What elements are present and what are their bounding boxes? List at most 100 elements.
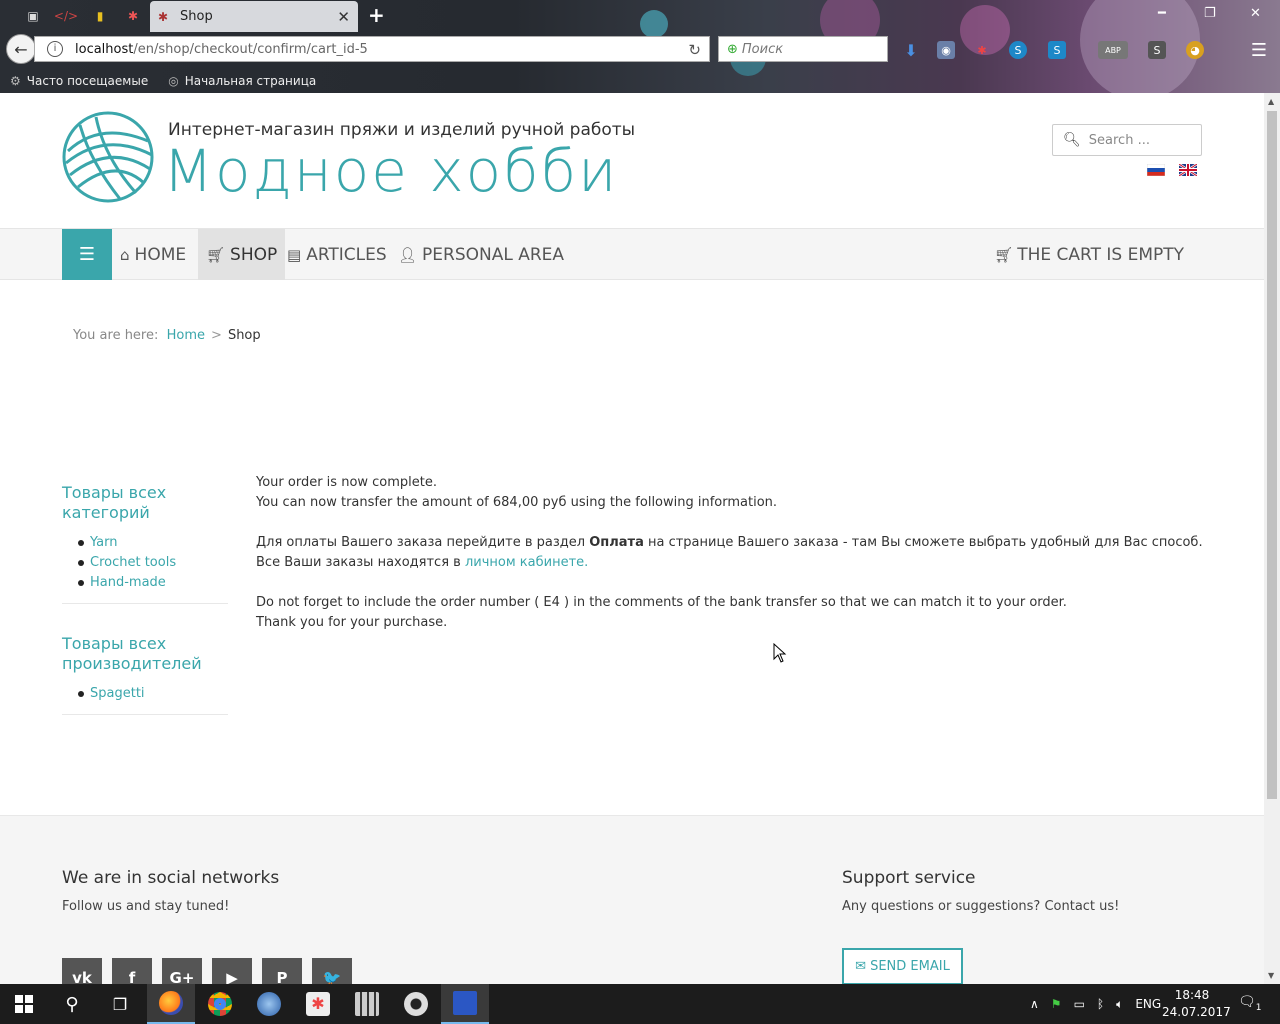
minimize-button[interactable]: ━ <box>1158 6 1166 21</box>
youtube-icon[interactable]: ▶ <box>212 958 252 984</box>
site-search-placeholder: Search ... <box>1088 132 1150 148</box>
site-brand[interactable]: Модное хобби <box>163 137 618 205</box>
monkey-icon[interactable]: ◕ <box>1186 41 1204 59</box>
tab-title: Shop <box>180 9 213 24</box>
flag-en-icon[interactable] <box>1179 164 1197 176</box>
volume-icon[interactable]: 🔈︎ <box>1116 997 1123 1012</box>
reload-icon[interactable]: ↻ <box>688 41 701 59</box>
document-icon: ▤ <box>287 245 302 264</box>
breadcrumb-home-link[interactable]: Home <box>167 328 205 343</box>
payment-text-bold: Оплата <box>589 535 644 550</box>
new-tab-button[interactable]: + <box>368 3 385 27</box>
url-host: localhost <box>75 41 134 57</box>
vertical-scrollbar[interactable]: ▲ ▼ <box>1264 93 1280 984</box>
category-link[interactable]: Crochet tools <box>78 553 228 573</box>
home-icon: ⌂ <box>120 245 130 264</box>
tray-expand-icon[interactable]: ∧ <box>1030 997 1039 1011</box>
site-search-input[interactable]: 🔍︎ Search ... <box>1052 124 1202 156</box>
nav-home[interactable]: ⌂ Home <box>112 229 194 280</box>
bookmark-start-page[interactable]: ◎ Начальная страница <box>168 74 316 88</box>
browser-search-input[interactable]: ⊕ Поиск <box>718 36 888 62</box>
tab-shop[interactable]: ✱ Shop ✕ <box>150 1 358 32</box>
support-subtitle: Any questions or suggestions? Contact us… <box>842 899 1120 914</box>
hamburger-menu-button[interactable]: ☰ <box>62 229 112 280</box>
start-button[interactable] <box>0 984 48 1024</box>
scrollbar-thumb[interactable] <box>1267 111 1277 799</box>
main-navbar: ☰ ⌂ Home 🛒︎ Shop ▤ Articles 👤︎ Personal area… <box>0 228 1264 280</box>
personal-cabinet-link[interactable]: личном кабинете. <box>465 555 588 570</box>
chrome-taskbar-icon[interactable] <box>196 984 244 1024</box>
manufacturer-link[interactable]: Spagetti <box>78 684 228 704</box>
vk-icon[interactable]: vk <box>62 958 102 984</box>
nav-articles[interactable]: ▤ Articles <box>279 229 395 280</box>
flag-icon[interactable]: ⚑ <box>1051 997 1062 1011</box>
send-email-label: SEND EMAIL <box>870 959 950 974</box>
category-link[interactable]: Hand-made <box>78 573 228 593</box>
adblock-icon[interactable]: ABP <box>1098 41 1128 59</box>
scroll-down-icon[interactable]: ▼ <box>1268 971 1274 980</box>
info-icon[interactable]: i <box>47 41 63 57</box>
categories-title[interactable]: Товары всех категорий <box>62 483 228 523</box>
close-window-button[interactable]: ✕ <box>1250 6 1261 21</box>
firefox-taskbar-icon[interactable] <box>147 984 195 1024</box>
flag-ru-icon[interactable] <box>1147 164 1165 176</box>
notification-center-icon[interactable]: 🗨︎1 <box>1238 994 1262 1013</box>
category-link[interactable]: Yarn <box>78 533 228 553</box>
cart-icon: 🛒︎ <box>206 245 226 264</box>
pinned-tab-2[interactable]: </> <box>54 5 78 27</box>
google-plus-icon[interactable]: G+ <box>162 958 202 984</box>
restore-button[interactable]: ❐ <box>1204 6 1216 21</box>
extension-icon-2[interactable]: ✱ <box>973 41 991 59</box>
social-title: We are in social networks <box>62 868 280 888</box>
menu-icon[interactable]: ☰ <box>1250 40 1268 61</box>
network-icon[interactable]: ▭ <box>1074 997 1085 1011</box>
payment-instructions: Для оплаты Вашего заказа перейдите в раз… <box>256 533 1206 573</box>
pinterest-icon[interactable]: P <box>262 958 302 984</box>
search-engine-icon: ⊕ <box>727 41 738 57</box>
language-indicator[interactable]: ENG <box>1135 997 1161 1011</box>
back-button[interactable]: ← <box>6 34 36 64</box>
bluetooth-icon[interactable]: ᛒ <box>1097 997 1104 1011</box>
send-email-button[interactable]: ✉ SEND EMAIL <box>842 948 963 984</box>
nav-articles-label: Articles <box>306 244 387 265</box>
thunderbird-taskbar-icon[interactable] <box>245 984 293 1024</box>
skype-icon[interactable]: S <box>1009 41 1027 59</box>
system-tray: ∧ ⚑ ▭ ᛒ 🔈︎ ENG <box>1030 984 1173 1024</box>
scroll-up-icon[interactable]: ▲ <box>1268 97 1274 106</box>
manufacturers-title[interactable]: Товары всех производителей <box>62 634 228 674</box>
calculator-taskbar-icon[interactable] <box>343 984 391 1024</box>
address-bar[interactable]: i localhost/en/shop/checkout/confirm/car… <box>34 36 710 62</box>
browser-search-placeholder: Поиск <box>741 41 784 57</box>
search-icon[interactable]: ⚲ <box>48 984 96 1024</box>
cart-status-link[interactable]: 🛒︎ The cart is empty <box>994 229 1184 280</box>
twitter-icon[interactable]: 🐦 <box>312 958 352 984</box>
clock[interactable]: 18:48 24.07.2017 <box>1162 987 1231 1021</box>
cart-status-label: The cart is empty <box>1017 244 1184 265</box>
yarn-logo-icon[interactable] <box>60 111 160 203</box>
web-page: Интернет-магазин пряжи и изделий ручной … <box>0 93 1264 984</box>
webcam-taskbar-icon[interactable] <box>392 984 440 1024</box>
pinned-tab-4[interactable]: ✱ <box>122 5 144 27</box>
joomla-taskbar-icon[interactable]: ✱ <box>294 984 342 1024</box>
notification-count: 1 <box>1255 1002 1262 1013</box>
windows-taskbar: ⚲ ❐ ✱ ∧ ⚑ ▭ ᛒ 🔈︎ ENG 18:48 24.07.2017 🗨︎… <box>0 984 1280 1024</box>
pinned-tab-3[interactable]: ▮ <box>89 5 111 27</box>
nav-personal-area[interactable]: 👤︎ Personal area <box>390 229 572 280</box>
bookmarks-bar: ⚙ Часто посещаемые ◎ Начальная страница <box>0 70 1280 92</box>
nav-shop[interactable]: 🛒︎ Shop <box>198 229 286 280</box>
download-icon[interactable]: ⬇ <box>902 41 920 60</box>
thank-you-text: Thank you for your purchase. <box>256 615 448 630</box>
task-view-icon[interactable]: ❐ <box>96 984 144 1024</box>
globe-icon: ◎ <box>168 74 179 88</box>
extension-icon-1[interactable]: ◉ <box>937 41 955 59</box>
facebook-icon[interactable]: f <box>112 958 152 984</box>
save-taskbar-icon[interactable] <box>441 984 489 1024</box>
s-square-icon[interactable]: S <box>1148 41 1166 59</box>
bookmark-most-visited[interactable]: ⚙ Часто посещаемые <box>10 74 148 88</box>
close-tab-icon[interactable]: ✕ <box>337 8 350 26</box>
nav-home-label: Home <box>134 244 187 265</box>
nav-shop-label: Shop <box>230 244 278 265</box>
mouse-cursor-icon <box>773 643 787 663</box>
s-extension-icon[interactable]: S <box>1048 41 1066 59</box>
pinned-tab-1[interactable]: ▣ <box>22 5 44 27</box>
